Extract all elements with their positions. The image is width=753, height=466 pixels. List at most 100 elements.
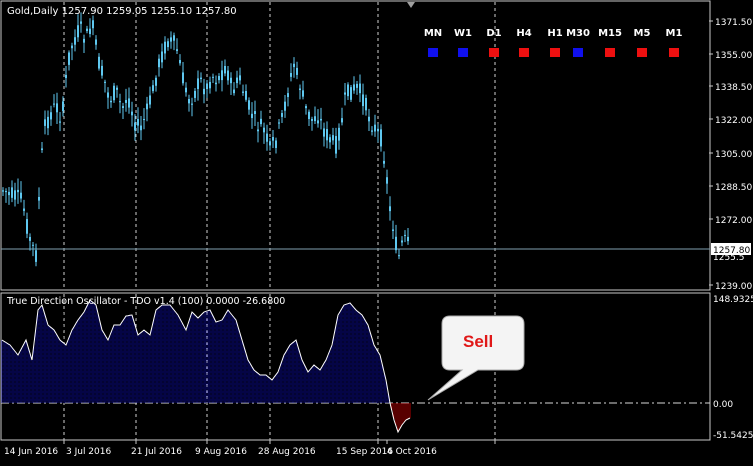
candle-body — [353, 84, 355, 91]
candle-body — [407, 236, 409, 242]
timeframe-signal-square — [550, 48, 560, 57]
candle-body — [230, 77, 232, 84]
candle-body — [323, 128, 325, 137]
svg-text:-51.5425: -51.5425 — [713, 431, 753, 441]
price-tick-label: 1239.00 — [715, 282, 752, 292]
candle-body — [110, 100, 112, 103]
date-tick-label: 21 Jul 2016 — [131, 447, 182, 457]
candle-body — [203, 88, 205, 95]
candle-body — [158, 58, 160, 68]
sell-label: Sell — [463, 332, 493, 351]
candle-body — [329, 137, 331, 143]
date-tick-label: 3 Jul 2016 — [66, 447, 111, 457]
candle-body — [311, 118, 313, 121]
candle-body — [50, 112, 52, 120]
candle-body — [131, 111, 133, 116]
candle-body — [383, 160, 385, 164]
candle-body — [17, 189, 19, 193]
candle-body — [224, 65, 226, 74]
candle-body — [80, 21, 82, 24]
candle-body — [137, 119, 139, 126]
candle-body — [146, 103, 148, 110]
timeframe-signal-square — [669, 48, 679, 57]
date-tick-label: 14 Jun 2016 — [4, 447, 58, 457]
candle-body — [245, 91, 247, 100]
candle-body — [233, 89, 235, 94]
candle-body — [125, 99, 127, 103]
timeframe-signal-square — [489, 48, 499, 57]
candle-body — [86, 28, 88, 32]
svg-text:M1: M1 — [666, 28, 683, 39]
candle-body — [362, 94, 364, 107]
candle-body — [374, 124, 376, 132]
candle-body — [218, 76, 220, 81]
candle-body — [254, 111, 256, 115]
candle-body — [23, 208, 25, 211]
candle-body — [260, 118, 262, 125]
candle-body — [227, 70, 229, 81]
chart-header: Gold,Daily 1257.90 1259.05 1255.10 1257.… — [7, 6, 237, 17]
candle-body — [332, 135, 334, 141]
date-tick-label: 28 Aug 2016 — [258, 447, 316, 457]
candle-body — [107, 92, 109, 98]
candle-body — [155, 77, 157, 86]
candle-body — [173, 35, 175, 41]
svg-text:0.00: 0.00 — [713, 400, 733, 410]
candle-body — [188, 99, 190, 104]
candle-body — [371, 130, 373, 132]
candle-body — [59, 121, 61, 123]
candle-body — [206, 83, 208, 90]
timeframe-signal-square — [519, 48, 529, 57]
timeframe-signal-square — [428, 48, 438, 57]
svg-text:MN: MN — [424, 28, 442, 39]
timeframe-signal-square — [605, 48, 615, 57]
candle-body — [200, 77, 202, 80]
candle-body — [2, 190, 4, 192]
candle-body — [275, 140, 277, 148]
candle-body — [359, 83, 361, 94]
candle-body — [26, 219, 28, 234]
candle-body — [74, 37, 76, 45]
candle-body — [269, 141, 271, 146]
candle-body — [182, 72, 184, 84]
candle-body — [278, 122, 280, 124]
price-tick-label: 1371.50 — [715, 18, 752, 28]
candle-body — [293, 63, 295, 68]
candle-body — [29, 236, 31, 241]
price-tick-label: 1355.00 — [715, 51, 752, 61]
candle-body — [308, 111, 310, 120]
candle-body — [104, 81, 106, 83]
candle-body — [113, 85, 115, 101]
candle-body — [251, 113, 253, 119]
candle-body — [194, 90, 196, 98]
candle-body — [68, 52, 70, 65]
svg-text:M15: M15 — [598, 28, 622, 39]
candle-body — [143, 118, 145, 121]
candle-body — [344, 92, 346, 95]
candle-body — [164, 41, 166, 54]
candle-body — [92, 20, 94, 29]
candle-body — [305, 106, 307, 109]
candle-body — [197, 78, 199, 90]
candle-body — [380, 129, 382, 147]
date-tick-label: 9 Aug 2016 — [195, 447, 247, 457]
svg-text:D1: D1 — [486, 28, 501, 39]
candle-body — [209, 81, 211, 89]
candle-body — [212, 76, 214, 78]
timeframe-signal-square — [573, 48, 583, 57]
candle-body — [314, 116, 316, 122]
indicator-pane[interactable]: True Direction Oscillator - TDO v1.4 (10… — [0, 292, 711, 441]
price-pane[interactable]: Gold,Daily 1257.90 1259.05 1255.10 1257.… — [0, 0, 711, 291]
candle-body — [89, 28, 91, 34]
candle-body — [32, 244, 34, 246]
candle-body — [152, 85, 154, 92]
chart-window[interactable]: Gold,Daily 1257.90 1259.05 1255.10 1257.… — [0, 0, 753, 462]
candle-body — [134, 122, 136, 131]
indicator-axis: 148.9325 0.00 -51.5425 — [713, 295, 753, 441]
candle-body — [77, 25, 79, 38]
svg-text:H1: H1 — [547, 28, 562, 39]
candle-body — [47, 116, 49, 129]
current-price-label: 1257.80 — [711, 243, 751, 256]
candle-body — [257, 129, 259, 132]
candle-body — [395, 236, 397, 251]
